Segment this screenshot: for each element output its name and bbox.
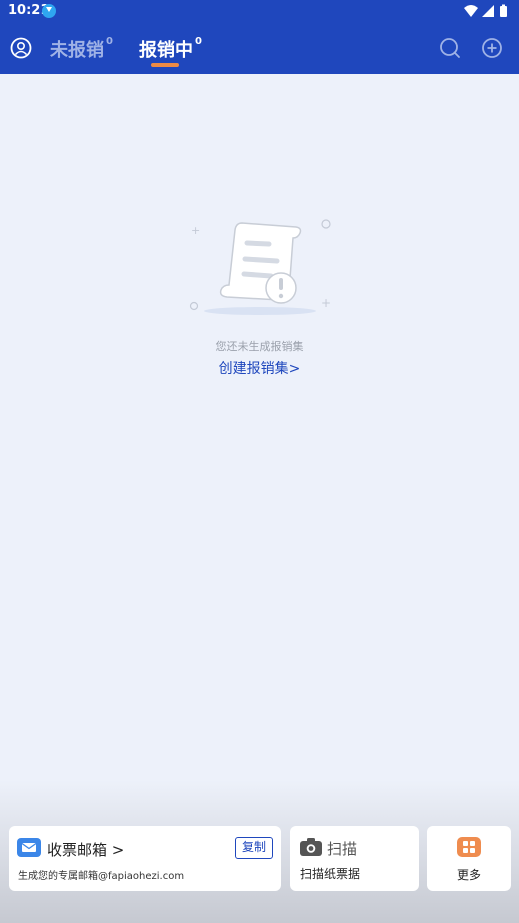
tab-unreimbursed[interactable]: 未报销 0 — [50, 36, 113, 62]
app-header: 10:21 未报销 0 报销中 0 — [0, 0, 519, 74]
tab-reimbursing[interactable]: 报销中 0 — [139, 36, 202, 62]
user-icon[interactable] — [10, 37, 32, 59]
svg-text:+: + — [191, 224, 200, 237]
chevron-right-icon: > — [107, 841, 125, 859]
download-icon — [42, 4, 56, 18]
tab-unreimbursed-count: 0 — [106, 36, 113, 47]
add-icon[interactable] — [481, 37, 503, 59]
empty-receipt-illustration: + + — [189, 219, 331, 315]
search-icon[interactable] — [439, 37, 461, 59]
mailbox-title: 收票邮箱 > — [47, 839, 124, 860]
more-label: 更多 — [456, 868, 481, 882]
empty-message: 您还未生成报销集 — [215, 340, 304, 353]
mailbox-subtitle: 生成您的专属邮箱@fapiaohezi.com — [18, 871, 185, 882]
scan-subtitle: 扫描纸票据 — [300, 867, 361, 881]
scan-label: 扫描 — [327, 840, 358, 858]
top-nav: 未报销 0 报销中 0 — [0, 22, 519, 74]
signal-icon — [482, 5, 494, 17]
camera-icon — [300, 838, 322, 856]
wifi-icon — [464, 5, 478, 17]
more-card[interactable]: 更多 — [427, 826, 511, 891]
scan-card[interactable]: 扫描 扫描纸票据 — [290, 826, 419, 891]
status-bar: 10:21 — [0, 0, 519, 22]
tab-unreimbursed-label: 未报销 — [50, 40, 104, 61]
active-tab-indicator — [151, 63, 179, 67]
status-icons — [464, 4, 507, 17]
svg-text:+: + — [321, 296, 331, 310]
mailbox-title-text: 收票邮箱 — [47, 841, 108, 859]
grid-icon — [457, 837, 481, 857]
battery-icon — [500, 6, 507, 17]
create-set-link[interactable]: 创建报销集> — [0, 358, 519, 378]
copy-button[interactable]: 复制 — [235, 837, 274, 859]
tab-reimbursing-count: 0 — [195, 36, 202, 47]
tab-reimbursing-label: 报销中 — [139, 40, 193, 61]
mailbox-card[interactable]: 收票邮箱 > 复制 生成您的专属邮箱@fapiaohezi.com — [9, 826, 281, 891]
mail-icon — [17, 838, 41, 857]
